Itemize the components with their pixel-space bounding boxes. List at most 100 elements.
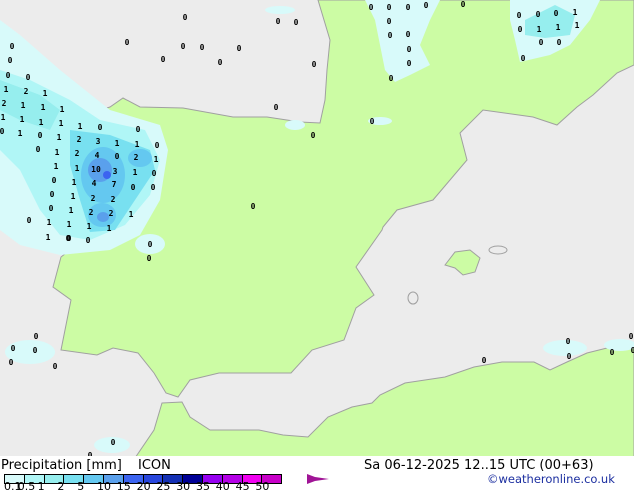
precip-value: 0	[521, 54, 526, 63]
precip-value: 0	[183, 13, 188, 22]
legend-title: Precipitation [mm]	[1, 458, 122, 473]
precip-value: 10	[91, 165, 101, 174]
precip-value: 0	[424, 1, 429, 10]
legend-tick: 1	[37, 480, 45, 493]
precip-value: 0	[115, 152, 120, 161]
precip-value: 0	[125, 38, 130, 47]
precip-value: 2	[134, 153, 139, 162]
precip-value: 1	[67, 220, 72, 229]
precip-value: 0	[388, 31, 393, 40]
precip-value: 1	[537, 25, 542, 34]
precip-area	[265, 6, 295, 14]
precip-value: 0	[536, 10, 541, 19]
precip-value: 0	[53, 362, 58, 371]
precip-value: 1	[46, 233, 51, 242]
precip-value: 1	[115, 139, 120, 148]
precip-value: 0	[155, 141, 160, 150]
precip-value: 3	[113, 167, 118, 176]
precip-value: 0	[6, 71, 11, 80]
precip-value: 0	[370, 117, 375, 126]
precip-value: 2	[77, 135, 82, 144]
precip-value: 0	[387, 17, 392, 26]
legend-tick: 10	[97, 480, 111, 493]
precip-value: 1	[71, 192, 76, 201]
precip-value: 1	[87, 222, 92, 231]
precip-value: 0	[461, 0, 466, 9]
precip-value: 0	[539, 38, 544, 47]
precip-value: 0	[369, 3, 374, 12]
precip-value: 1	[20, 115, 25, 124]
precip-value: 0	[566, 337, 571, 346]
precip-value: 0	[147, 254, 152, 263]
precip-value: 0	[36, 145, 41, 154]
precip-value: 1	[21, 101, 26, 110]
precip-value: 0	[482, 356, 487, 365]
precip-value: 0	[11, 344, 16, 353]
legend-arrow	[307, 474, 329, 484]
precip-value: 7	[112, 180, 117, 189]
precip-value: 0	[407, 59, 412, 68]
precip-value: 4	[92, 179, 97, 188]
legend-tick: 25	[156, 480, 171, 493]
precip-value: 1	[575, 21, 580, 30]
precip-value: 2	[109, 209, 114, 218]
precip-value: 0	[389, 74, 394, 83]
precip-value: 0	[200, 43, 205, 52]
precip-value: 0	[274, 103, 279, 112]
precip-value: 1	[57, 133, 62, 142]
precip-value: 0	[631, 346, 634, 355]
precip-value: 2	[2, 99, 7, 108]
precip-value: 0	[557, 38, 562, 47]
precip-value: 1	[135, 140, 140, 149]
precip-value: 0	[218, 58, 223, 67]
precip-area	[128, 149, 152, 167]
precip-value: 1	[107, 224, 112, 233]
precipitation-map: 000 01 2 12 1 1 11 1 1 10 1 0 10 110000 111 02 3 1 1002 4 0 2…	[0, 0, 634, 458]
precip-value: 0	[52, 176, 57, 185]
precip-value: 1	[154, 155, 159, 164]
precip-value: 0	[407, 45, 412, 54]
precip-value: 1	[1, 113, 6, 122]
precip-value: 1	[59, 119, 64, 128]
precip-value: 0	[161, 55, 166, 64]
precip-value: 0	[26, 73, 31, 82]
precip-value: 0	[406, 30, 411, 39]
precip-value: 0	[10, 42, 15, 51]
precip-value: 2	[89, 208, 94, 217]
precip-value: 0	[67, 234, 72, 243]
precip-value: 1	[60, 105, 65, 114]
precip-value: 1	[573, 8, 578, 17]
precip-value: 0	[251, 202, 256, 211]
legend-tick: 40	[215, 480, 230, 493]
precip-value: 0	[554, 9, 559, 18]
precip-value: 1	[69, 206, 74, 215]
precip-value: 0	[49, 204, 54, 213]
precip-value: 1	[129, 210, 134, 219]
precip-value: 0	[8, 56, 13, 65]
precip-value: 0	[38, 131, 43, 140]
credit-link[interactable]: ©weatheronline.co.uk	[487, 472, 615, 486]
precip-value: 0	[237, 44, 242, 53]
legend-tick: 35	[196, 480, 210, 493]
model-name: ICON	[138, 458, 171, 473]
precip-value: 1	[39, 118, 44, 127]
precip-value: 0	[629, 332, 634, 341]
legend-tick: 0.5	[17, 480, 36, 493]
precip-value: 0	[86, 236, 91, 245]
precip-value: 0	[567, 352, 572, 361]
legend-tick: 30	[176, 480, 191, 493]
precip-value: 0	[131, 183, 136, 192]
precip-value: 0	[406, 3, 411, 12]
precip-value: 0	[181, 42, 186, 51]
precip-value: 0	[27, 216, 32, 225]
precip-value: 0	[9, 358, 14, 367]
legend-tick: 2	[57, 480, 65, 493]
precip-value: 1	[556, 23, 561, 32]
precip-value: 1	[4, 85, 9, 94]
precip-value: 1	[18, 129, 23, 138]
legend-tick: 5	[77, 480, 85, 493]
precip-value: 3	[96, 137, 101, 146]
precip-value: 0	[517, 11, 522, 20]
precip-value: 2	[91, 194, 96, 203]
legend-tick: 20	[136, 480, 151, 493]
